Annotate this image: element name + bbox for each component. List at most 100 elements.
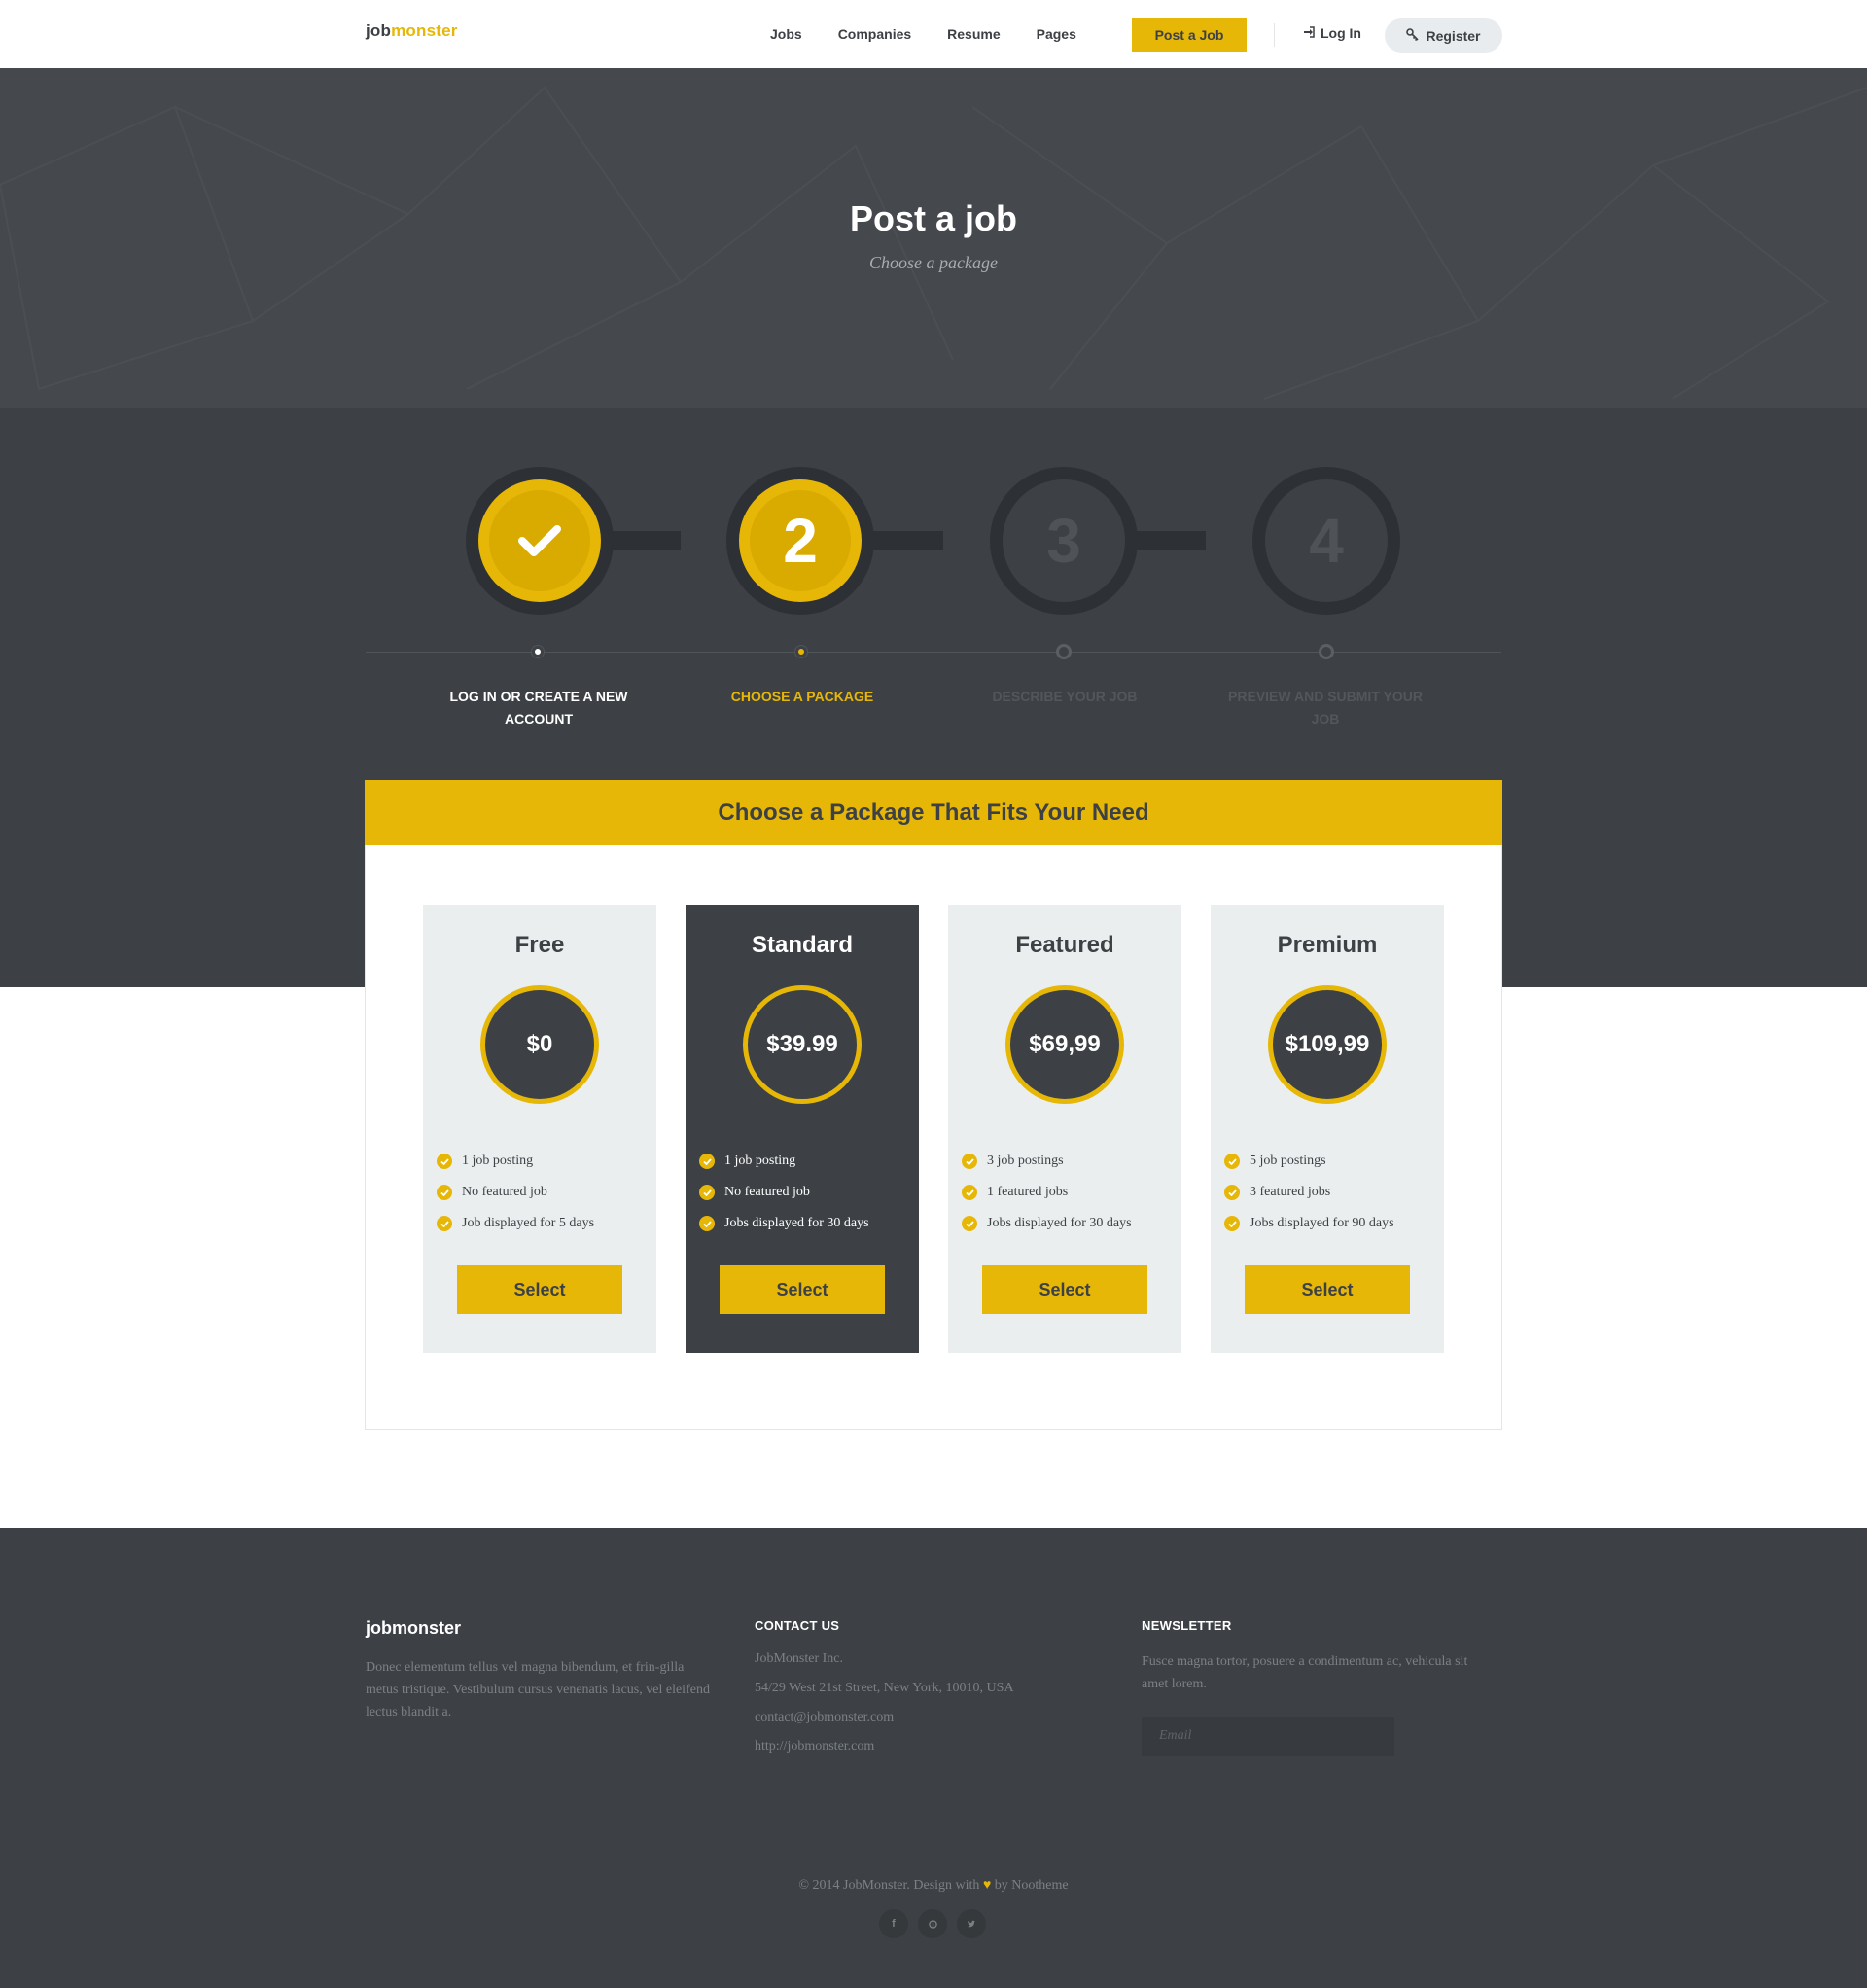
- feature-item: Jobs displayed for 30 days: [962, 1208, 1176, 1239]
- contact-company: JobMonster Inc.: [755, 1651, 843, 1666]
- contact-website-link[interactable]: http://jobmonster.com: [755, 1732, 1085, 1761]
- feature-text: 1 featured jobs: [987, 1185, 1069, 1199]
- select-standard-button[interactable]: Select: [720, 1265, 885, 1314]
- social-links: f: [879, 1909, 986, 1938]
- feature-item: 1 job posting: [437, 1146, 651, 1177]
- package-price: $109,99: [1273, 990, 1382, 1099]
- feature-text: Job displayed for 5 days: [462, 1216, 595, 1230]
- step-check-icon: [489, 490, 590, 591]
- feature-text: 3 job postings: [987, 1154, 1064, 1168]
- feature-text: Jobs displayed for 30 days: [987, 1216, 1132, 1230]
- feature-item: No featured job: [437, 1177, 651, 1208]
- feature-list: 3 job postings 1 featured jobs Jobs disp…: [962, 1146, 1176, 1239]
- select-featured-button[interactable]: Select: [982, 1265, 1147, 1314]
- site-footer: jobmonster Donec elementum tellus vel ma…: [0, 1528, 1867, 1988]
- package-name: Premium: [1277, 932, 1378, 958]
- nav-companies[interactable]: Companies: [838, 26, 911, 42]
- feature-item: Jobs displayed for 90 days: [1224, 1208, 1438, 1239]
- footer-newsletter: NEWSLETTER Fusce magna tortor, posuere a…: [1142, 1618, 1472, 1756]
- footer-newsletter-heading: NEWSLETTER: [1142, 1618, 1232, 1633]
- register-label: Register: [1426, 27, 1481, 44]
- package-card-featured: Featured $69,99 3 job postings 1 feature…: [948, 905, 1181, 1353]
- package-name: Featured: [1015, 932, 1114, 958]
- twitter-icon[interactable]: [957, 1909, 986, 1938]
- newsletter-text: Fusce magna tortor, posuere a condimentu…: [1142, 1654, 1468, 1691]
- step-4-number: 4: [1265, 479, 1388, 602]
- feature-item: 3 featured jobs: [1224, 1177, 1438, 1208]
- post-a-job-button[interactable]: Post a Job: [1132, 18, 1247, 52]
- feature-text: 1 job posting: [724, 1154, 796, 1168]
- feature-text: No featured job: [724, 1185, 810, 1199]
- main-nav: Jobs Companies Resume Pages: [770, 0, 1112, 68]
- package-heading: Choose a Package That Fits Your Need: [365, 780, 1502, 845]
- copyright: © 2014 JobMonster. Design with ♥ by Noot…: [0, 1878, 1867, 1894]
- step-3-circle: 3: [990, 467, 1138, 615]
- check-circle-icon: [1224, 1216, 1240, 1231]
- feature-item: 1 job posting: [699, 1146, 913, 1177]
- feature-text: 5 job postings: [1250, 1154, 1326, 1168]
- footer-about-text: Donec elementum tellus vel magna bibendu…: [366, 1660, 710, 1720]
- select-premium-button[interactable]: Select: [1245, 1265, 1410, 1314]
- feature-list: 1 job posting No featured job Jobs displ…: [699, 1146, 913, 1239]
- register-button[interactable]: Register: [1385, 18, 1502, 53]
- price-badge: $0: [480, 985, 599, 1104]
- check-circle-icon: [962, 1154, 977, 1169]
- package-name: Standard: [751, 932, 853, 958]
- price-badge: $109,99: [1268, 985, 1387, 1104]
- package-price: $0: [485, 990, 594, 1099]
- pinterest-icon[interactable]: [918, 1909, 947, 1938]
- nav-pages[interactable]: Pages: [1037, 26, 1076, 42]
- contact-email-link[interactable]: contact@jobmonster.com: [755, 1703, 1085, 1732]
- check-circle-icon: [1224, 1154, 1240, 1169]
- step-1-circle: [466, 467, 614, 615]
- package-price: $69,99: [1010, 990, 1119, 1099]
- step-4-dot: [1319, 644, 1334, 659]
- feature-list: 5 job postings 3 featured jobs Jobs disp…: [1224, 1146, 1438, 1239]
- facebook-icon[interactable]: f: [879, 1909, 908, 1938]
- step-1-ring: [478, 479, 601, 602]
- login-label: Log In: [1321, 25, 1361, 41]
- copyright-prefix: © 2014 JobMonster. Design with: [798, 1878, 980, 1893]
- check-circle-icon: [699, 1154, 715, 1169]
- logo-prefix: job: [366, 21, 392, 40]
- select-free-button[interactable]: Select: [457, 1265, 622, 1314]
- step-3-number: 3: [1003, 479, 1125, 602]
- feature-text: No featured job: [462, 1185, 547, 1199]
- step-2-label: CHOOSE A PACKAGE: [730, 689, 874, 704]
- nav-jobs[interactable]: Jobs: [770, 26, 802, 42]
- logo-accent: monster: [391, 21, 458, 40]
- step-1-label: LOG IN OR CREATE A NEW ACCOUNT: [449, 689, 628, 727]
- contact-address: 54/29 West 21st Street, New York, 10010,…: [755, 1681, 1014, 1695]
- check-circle-icon: [699, 1185, 715, 1200]
- nav-resume[interactable]: Resume: [947, 26, 1000, 42]
- copyright-suffix: by Nootheme: [994, 1878, 1069, 1893]
- site-logo[interactable]: jobmonster: [366, 21, 458, 41]
- site-header: jobmonster Jobs Companies Resume Pages P…: [0, 0, 1867, 68]
- step-2-dot: [795, 646, 807, 657]
- page-title: Post a job: [849, 198, 1018, 238]
- feature-item: 3 job postings: [962, 1146, 1176, 1177]
- feature-item: 1 featured jobs: [962, 1177, 1176, 1208]
- package-name: Free: [514, 932, 565, 958]
- feature-item: 5 job postings: [1224, 1146, 1438, 1177]
- heart-icon: ♥: [982, 1878, 992, 1893]
- step-2-circle: 2: [726, 467, 874, 615]
- feature-list: 1 job posting No featured job Job displa…: [437, 1146, 651, 1239]
- step-3-label: DESCRIBE YOUR JOB: [992, 689, 1138, 704]
- key-icon: [1406, 27, 1420, 44]
- footer-logo[interactable]: jobmonster: [366, 1618, 716, 1639]
- contact-list: JobMonster Inc. 54/29 West 21st Street, …: [755, 1645, 1085, 1761]
- price-badge: $69,99: [1005, 985, 1124, 1104]
- check-circle-icon: [437, 1154, 452, 1169]
- check-circle-icon: [962, 1216, 977, 1231]
- login-link[interactable]: Log In: [1303, 25, 1361, 41]
- package-card-free: Free $0 1 job posting No featured job Jo…: [423, 905, 656, 1353]
- login-icon: [1303, 25, 1315, 41]
- footer-about: jobmonster Donec elementum tellus vel ma…: [366, 1618, 716, 1723]
- step-4-circle: 4: [1252, 467, 1400, 615]
- footer-contact-heading: CONTACT US: [755, 1618, 840, 1633]
- newsletter-email-input[interactable]: [1142, 1717, 1394, 1756]
- step-2-number: 2: [750, 490, 851, 591]
- feature-item: Jobs displayed for 30 days: [699, 1208, 913, 1239]
- feature-text: Jobs displayed for 30 days: [724, 1216, 869, 1230]
